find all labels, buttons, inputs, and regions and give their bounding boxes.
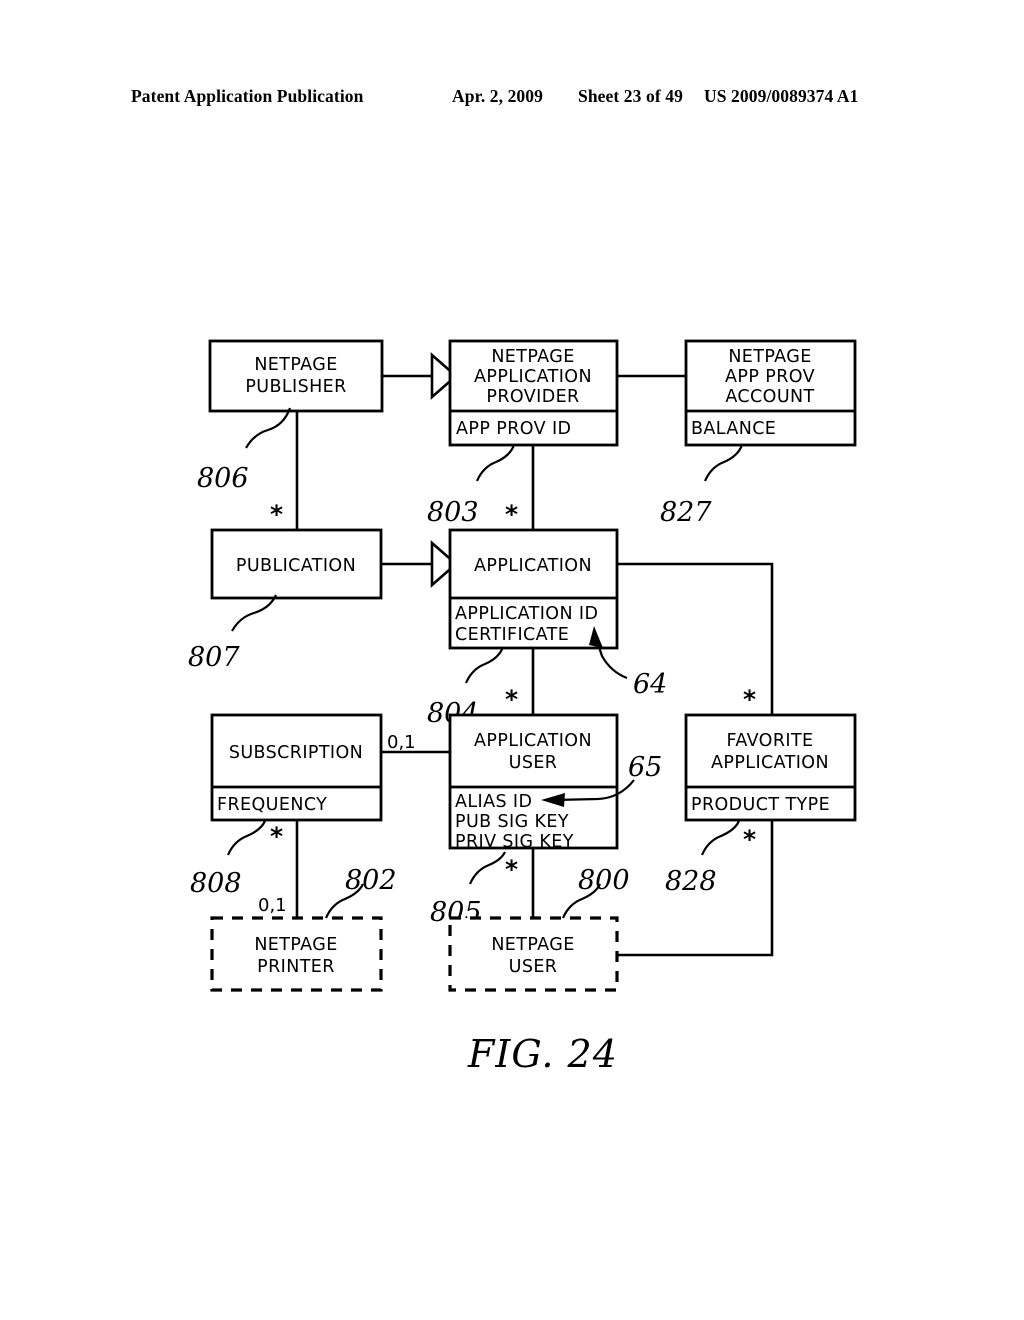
entity-netpage-app-prov-account: NETPAGE APP PROV ACCOUNT BALANCE 827 <box>660 339 857 528</box>
cardinality-printer-link: 0,1 <box>258 895 287 916</box>
ref-leader-line <box>468 851 506 885</box>
entity-title-line: PRINTER <box>257 957 335 977</box>
figure-24-diagram: NETPAGE PUBLISHER 806 NETPAGE APPLICATIO… <box>188 339 857 1076</box>
ref-leader-line <box>245 407 292 449</box>
entity-attribute: FREQUENCY <box>217 795 327 815</box>
entity-attribute: PRODUCT TYPE <box>691 795 830 815</box>
entity-title-line: ACCOUNT <box>725 387 814 407</box>
ref-number-808: 808 <box>190 868 242 899</box>
entity-title-line: NETPAGE <box>728 347 811 367</box>
cardinality-provider-application: * <box>505 500 518 529</box>
ref-number-802: 802 <box>345 865 397 896</box>
entity-attribute: BALANCE <box>691 419 776 439</box>
cardinality-favorite-down: * <box>743 825 756 854</box>
ref-leader-line <box>700 820 741 856</box>
entity-title-line: PROVIDER <box>486 387 579 407</box>
entity-title-line: APPLICATION <box>711 753 829 773</box>
entity-box <box>208 339 384 413</box>
entity-netpage-user: NETPAGE USER 800 <box>448 865 630 992</box>
entity-attribute: ALIAS ID <box>455 792 532 812</box>
entity-title-line: NETPAGE <box>254 935 337 955</box>
entity-title-line: USER <box>509 957 558 977</box>
entity-title-line: APPLICATION <box>474 367 592 387</box>
entity-title-line: NETPAGE <box>491 347 574 367</box>
ref-leader-line <box>226 820 267 856</box>
entity-publication: PUBLICATION 807 <box>188 528 383 673</box>
entity-attribute: APP PROV ID <box>456 419 571 439</box>
entity-title-line: NETPAGE <box>491 935 574 955</box>
entity-netpage-application-provider: NETPAGE APPLICATION PROVIDER APP PROV ID… <box>427 339 619 528</box>
ref-leader-line <box>475 444 516 482</box>
ref-number-828: 828 <box>665 866 717 897</box>
patent-page: Patent Application Publication Apr. 2, 2… <box>0 0 1024 1320</box>
ref-number-827: 827 <box>660 497 712 528</box>
ref-leader-line <box>464 646 505 684</box>
entity-netpage-publisher: NETPAGE PUBLISHER 806 <box>197 339 384 494</box>
entity-attribute: PRIV SIG KEY <box>455 832 574 852</box>
ref-number-807: 807 <box>188 642 240 673</box>
entity-title-line: PUBLICATION <box>236 556 356 576</box>
figure-caption: FIG. 24 <box>467 1032 618 1076</box>
entity-title-line: APPLICATION <box>474 731 592 751</box>
entity-title-line: SUBSCRIPTION <box>229 743 363 763</box>
entity-title-line: FAVORITE <box>726 731 813 751</box>
cardinality-application-appuser: * <box>505 685 518 714</box>
entity-application: APPLICATION APPLICATION ID CERTIFICATE 8… <box>427 528 619 729</box>
ref-number-806: 806 <box>197 463 249 494</box>
cardinality-subscription-printer: * <box>270 822 283 851</box>
ref-number-803: 803 <box>427 497 479 528</box>
entity-title-line: PUBLISHER <box>245 377 346 397</box>
ref-leader-line <box>703 444 744 482</box>
entity-favorite-application: FAVORITE APPLICATION PRODUCT TYPE 828 <box>665 713 857 897</box>
ref-number-800: 800 <box>578 865 630 896</box>
entity-title-line: APP PROV <box>725 367 815 387</box>
callout-label-64: 64 <box>633 669 667 700</box>
callout-label-65: 65 <box>628 752 662 783</box>
cardinality-appuser-netpageuser: * <box>505 855 518 884</box>
ref-leader-line <box>231 594 277 632</box>
entity-title-line: NETPAGE <box>254 355 337 375</box>
entity-attribute: APPLICATION ID <box>455 604 598 624</box>
entity-title-line: APPLICATION <box>474 556 592 576</box>
cardinality-subscription-appuser: 0,1 <box>387 732 416 753</box>
entity-attribute: PUB SIG KEY <box>455 812 569 832</box>
entity-title-line: USER <box>509 753 558 773</box>
entity-attribute: CERTIFICATE <box>455 625 569 645</box>
cardinality-publisher-publication: * <box>270 500 283 529</box>
cardinality-application-favorite: * <box>743 685 756 714</box>
